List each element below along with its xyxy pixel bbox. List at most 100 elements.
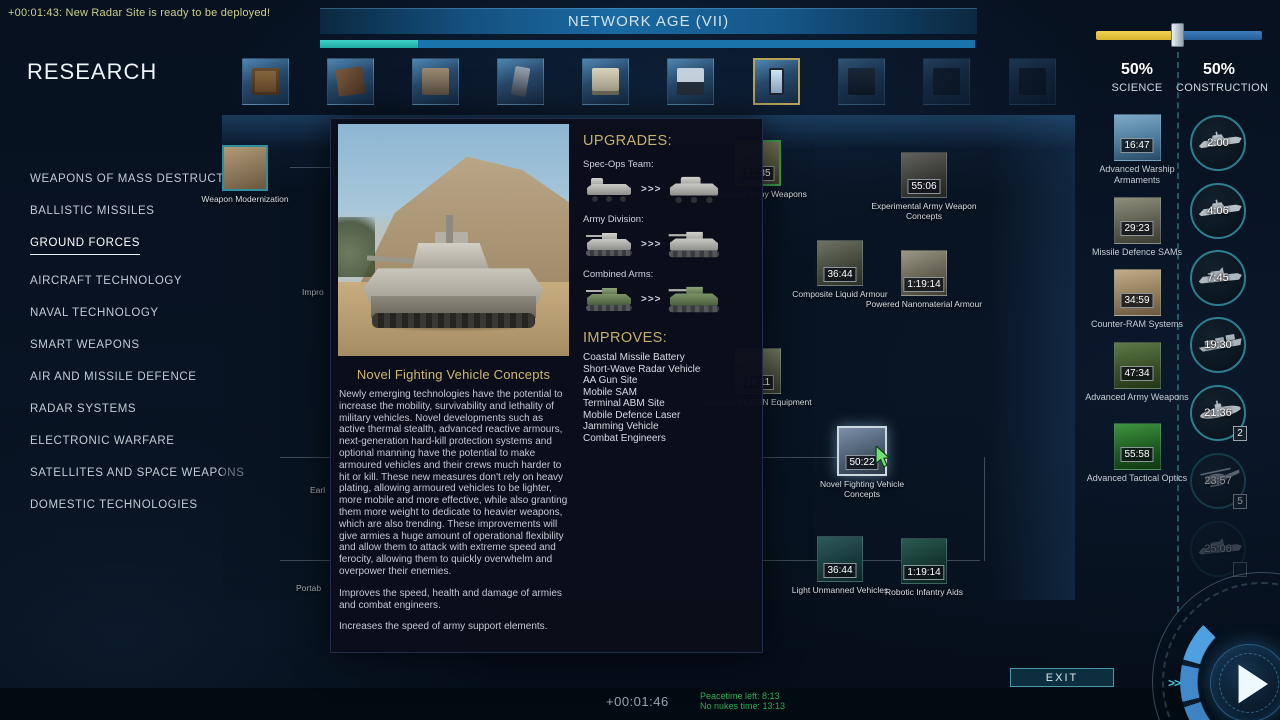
improves-list: Coastal Missile Battery Short-Wave Radar… [583, 352, 755, 444]
radio-icon [335, 66, 366, 97]
future-tech-icon [1019, 68, 1046, 95]
era-icon-smartwatch[interactable] [838, 58, 885, 105]
event-notification[interactable]: +00:01:43: New Radar Site is ready to be… [8, 7, 270, 19]
television-icon [252, 68, 279, 95]
light-unmanned-vehicles-thumb: 36:44 [817, 536, 863, 582]
sidebar-item-domestic-tech[interactable]: DOMESTIC TECHNOLOGIES [30, 499, 198, 511]
era-title-bar: NETWORK AGE (VII) [320, 8, 977, 34]
construction-percent: 50% [1202, 61, 1236, 78]
experimental-army-weapon-concepts-thumb: 55:06 [901, 152, 947, 198]
upgrade-row-label: Army Division: [583, 214, 644, 225]
smartwatch-icon [848, 68, 875, 95]
upgrade-row-army-division: >>> [583, 229, 755, 259]
era-icon-laptop[interactable] [667, 58, 714, 105]
sidebar-item-smart-weapons[interactable]: SMART WEAPONS [30, 339, 140, 351]
improves-item: Coastal Missile Battery [583, 352, 685, 363]
improves-item: Jamming Vehicle [583, 421, 659, 432]
tree-node-robotic-infantry-aids[interactable]: 1:19:14 Robotic Infantry Aids [864, 538, 984, 597]
deploy-timer-helicopter[interactable]: 23:57 5 [1190, 453, 1247, 509]
exit-button[interactable]: EXIT [1010, 668, 1114, 687]
partially-hidden-node-label: Earl [310, 485, 326, 495]
sidebar-item-satellites-space[interactable]: SATELLITES AND SPACE WEAPONS [30, 467, 244, 479]
era-icon-television[interactable] [242, 58, 289, 105]
fast-forward-icon[interactable]: >> [1168, 676, 1181, 690]
improves-item: Mobile SAM [583, 386, 637, 398]
page-title: RESEARCH [27, 59, 158, 84]
laptop-icon [677, 68, 704, 95]
main-battle-tank-icon [583, 229, 635, 259]
composite-liquid-armour-thumb: 36:44 [817, 240, 863, 286]
improves-item: Combat Engineers [583, 432, 666, 444]
research-queue-item[interactable]: 47:34 Advanced Army Weapons [1082, 342, 1192, 403]
era-icon-brick-phone[interactable] [497, 58, 544, 105]
era-icon-future-2[interactable] [1009, 58, 1056, 105]
era-icon-future-1[interactable] [923, 58, 970, 105]
advanced-infantry-fighting-vehicle-icon [665, 283, 722, 316]
description-paragraph: Increases the speed of army support elem… [339, 621, 548, 633]
description-paragraph: Newly emerging technologies have the pot… [339, 389, 568, 577]
tech-detail-popup: Novel Fighting Vehicle Concepts Newly em… [330, 118, 763, 653]
tree-node-experimental-army-weapon-concepts[interactable]: 55:06 Experimental Army Weapon Concepts [864, 152, 984, 221]
partially-hidden-node-label: Portab [296, 583, 322, 593]
robotic-infantry-aids-thumb: 1:19:14 [901, 538, 947, 584]
science-caption: SCIENCE [1111, 82, 1163, 94]
deploy-timer-cargo-ship[interactable]: 19:30 [1190, 317, 1246, 373]
era-icon-radio[interactable] [327, 58, 374, 105]
improves-heading: IMPROVES: [583, 330, 668, 346]
upgrade-arrow: >>> [641, 238, 662, 250]
science-allocation-bar [1096, 31, 1179, 40]
deploy-timer-warship[interactable]: 7:45 [1190, 250, 1246, 306]
deploy-timer-destroyer[interactable]: 4:06 [1190, 183, 1246, 239]
advanced-army-weapons-thumb: 47:34 [1113, 342, 1161, 389]
tech-description: Newly emerging technologies have the pot… [339, 389, 569, 643]
tree-connector [984, 457, 985, 561]
no-nukes-time: No nukes time: 13:13 [700, 701, 786, 711]
sidebar-item-air-missile-defence[interactable]: AIR AND MISSILE DEFENCE [30, 371, 197, 383]
tree-node-novel-fighting-vehicle-concepts[interactable]: 50:22 Novel Fighting Vehicle Concepts [802, 426, 922, 499]
advanced-warship-armaments-thumb: 16:47 [1113, 114, 1161, 161]
allocation-slider-handle[interactable] [1171, 23, 1184, 47]
research-queue-item[interactable]: 16:47 Advanced Warship Armaments [1082, 114, 1192, 185]
improves-item: AA Gun Site [583, 375, 638, 386]
description-paragraph: Improves the speed, health and damage of… [339, 587, 562, 611]
tree-node-weapon-modernization[interactable]: Weapon Modernization [185, 145, 305, 204]
counter-ram-systems-thumb: 34:59 [1113, 269, 1161, 316]
deploy-timer-destroyer[interactable]: 2:00 [1190, 115, 1246, 171]
research-queue-item[interactable]: 29:23 Missile Defence SAMs [1082, 197, 1192, 258]
infantry-fighting-vehicle-icon [583, 284, 635, 314]
era-icon-early-computer[interactable] [412, 58, 459, 105]
upgrade-row-spec-ops: >>> [583, 174, 755, 204]
upgrade-row-label: Combined Arms: [583, 269, 654, 280]
improves-item: Terminal ABM Site [583, 398, 665, 409]
partially-hidden-node-label: Impro [302, 287, 324, 297]
upgrade-arrow: >>> [641, 293, 662, 305]
era-progress-bar [320, 40, 975, 48]
powered-nanomaterial-armour-thumb: 1:19:14 [901, 250, 947, 296]
science-percent: 50% [1120, 61, 1154, 78]
era-icon-smartphone-selected[interactable] [753, 58, 800, 105]
armored-patrol-vehicle-icon [665, 173, 722, 206]
game-cursor-icon [875, 446, 891, 468]
sidebar-item-electronic-warfare[interactable]: ELECTRONIC WARFARE [30, 435, 175, 447]
era-icon-desktop-pc[interactable] [582, 58, 629, 105]
upgrades-heading: UPGRADES: [583, 133, 673, 149]
sidebar-item-ballistic-missiles[interactable]: BALLISTIC MISSILES [30, 205, 155, 217]
sidebar-item-aircraft-technology[interactable]: AIRCRAFT TECHNOLOGY [30, 275, 182, 287]
early-computer-icon [422, 68, 449, 95]
sidebar-item-naval-technology[interactable]: NAVAL TECHNOLOGY [30, 307, 159, 319]
sidebar-item-radar-systems[interactable]: RADAR SYSTEMS [30, 403, 136, 415]
future-tech-icon [933, 68, 960, 95]
play-button[interactable] [1210, 644, 1280, 720]
tech-photo-tank [338, 124, 569, 356]
missile-defence-sams-thumb: 29:23 [1113, 197, 1161, 244]
deploy-timer-ship-faded[interactable]: 25:06 [1190, 521, 1247, 577]
tree-node-powered-nanomaterial-armour[interactable]: 1:19:14 Powered Nanomaterial Armour [864, 250, 984, 309]
peacetime-info: Peacetime left: 8:13 No nukes time: 13:1… [700, 691, 785, 711]
deploy-timer-submarine[interactable]: 21:36 2 [1190, 385, 1247, 441]
sidebar-item-ground-forces[interactable]: GROUND FORCES [30, 237, 141, 255]
era-progress-fill [320, 40, 419, 48]
research-queue-item[interactable]: 55:58 Advanced Tactical Optics [1082, 423, 1192, 484]
research-queue-item[interactable]: 34:59 Counter-RAM Systems [1082, 269, 1192, 330]
upgrades-column: UPGRADES: Spec-Ops Team: >>> Army Divisi… [583, 133, 755, 444]
construction-allocation-label: 50% CONSTRUCTION [1176, 61, 1268, 94]
